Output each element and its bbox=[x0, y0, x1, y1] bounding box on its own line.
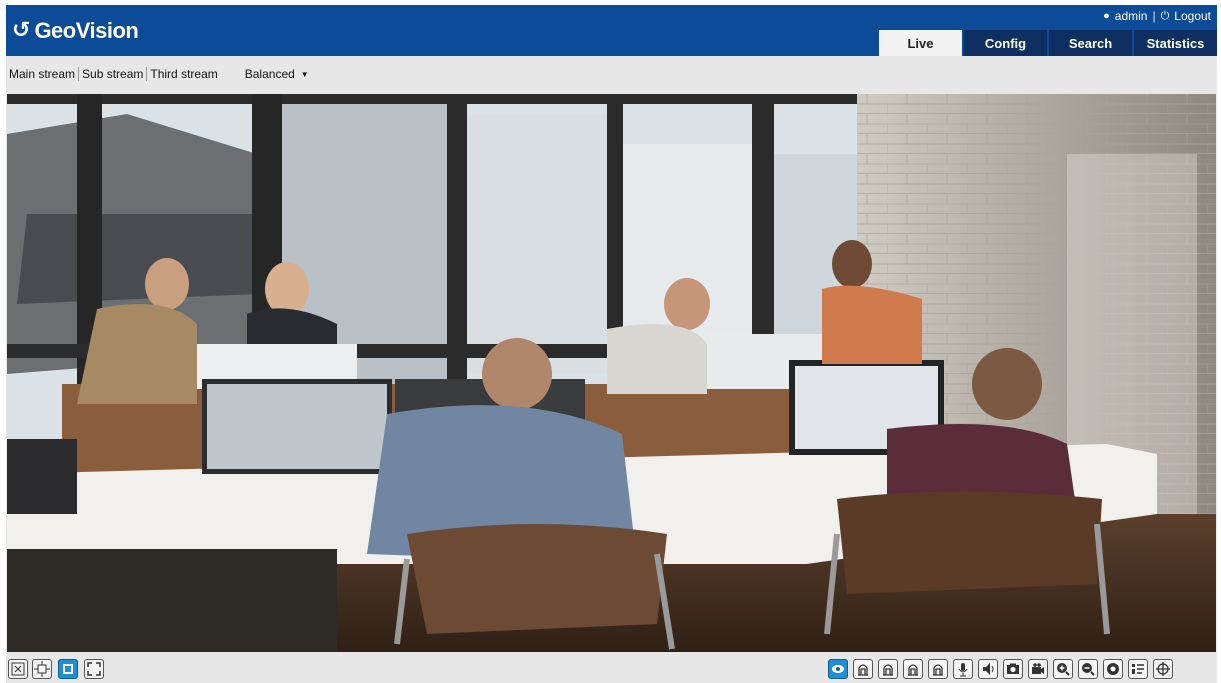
tab-live[interactable]: Live bbox=[879, 30, 962, 56]
tab-config[interactable]: Config bbox=[964, 30, 1047, 56]
speaker-icon[interactable] bbox=[978, 659, 998, 679]
app-frame: ↺ GeoVision ● admin | ⏻ Logout Live Conf… bbox=[6, 5, 1217, 683]
username[interactable]: admin bbox=[1115, 9, 1148, 23]
chevron-down-icon: ▼ bbox=[300, 69, 309, 79]
logout-link[interactable]: Logout bbox=[1174, 9, 1211, 23]
digital-output-2-icon[interactable] bbox=[878, 659, 898, 679]
user-bar: ● admin | ⏻ Logout bbox=[1103, 9, 1211, 23]
original-size-icon[interactable] bbox=[8, 659, 28, 679]
digital-output-3-icon[interactable] bbox=[903, 659, 923, 679]
tab-search[interactable]: Search bbox=[1049, 30, 1132, 56]
quality-dropdown[interactable]: Balanced ▼ bbox=[245, 67, 309, 81]
stretch-icon[interactable] bbox=[58, 659, 78, 679]
ptz-icon[interactable] bbox=[1103, 659, 1123, 679]
main-tabs: Live Config Search Statistics bbox=[877, 30, 1217, 56]
crosshair-icon[interactable] bbox=[1153, 659, 1173, 679]
stream-info-icon[interactable] bbox=[1128, 659, 1148, 679]
live-video-view[interactable] bbox=[7, 94, 1216, 652]
geovision-logo: ↺ GeoVision bbox=[12, 17, 139, 45]
snapshot-icon[interactable] bbox=[1003, 659, 1023, 679]
header-bar: ↺ GeoVision ● admin | ⏻ Logout Live Conf… bbox=[6, 5, 1217, 56]
user-bar-divider: | bbox=[1152, 9, 1156, 23]
camera-feed-image bbox=[7, 94, 1216, 652]
main-stream-button[interactable]: Main stream bbox=[6, 67, 80, 81]
third-stream-button[interactable]: Third stream bbox=[147, 67, 220, 81]
digital-output-4-icon[interactable] bbox=[928, 659, 948, 679]
sub-stream-button[interactable]: Sub stream bbox=[79, 67, 148, 81]
quality-dropdown-value: Balanced bbox=[244, 67, 295, 81]
geovision-logo-icon: ↺ bbox=[12, 18, 31, 43]
stream-selector: Main stream Sub stream Third stream Bala… bbox=[6, 64, 309, 84]
video-toolbar bbox=[6, 656, 1217, 683]
user-icon: ● bbox=[1103, 10, 1110, 22]
zoom-in-icon[interactable] bbox=[1053, 659, 1073, 679]
brand-name: GeoVision bbox=[34, 18, 139, 43]
fit-to-window-icon[interactable] bbox=[32, 659, 52, 679]
power-icon[interactable]: ⏻ bbox=[1161, 10, 1170, 23]
record-icon[interactable] bbox=[1028, 659, 1048, 679]
microphone-icon[interactable] bbox=[953, 659, 973, 679]
eye-icon[interactable] bbox=[828, 659, 848, 679]
fullscreen-icon[interactable] bbox=[84, 659, 104, 679]
digital-output-1-icon[interactable] bbox=[853, 659, 873, 679]
zoom-out-icon[interactable] bbox=[1078, 659, 1098, 679]
tab-statistics[interactable]: Statistics bbox=[1134, 30, 1217, 56]
